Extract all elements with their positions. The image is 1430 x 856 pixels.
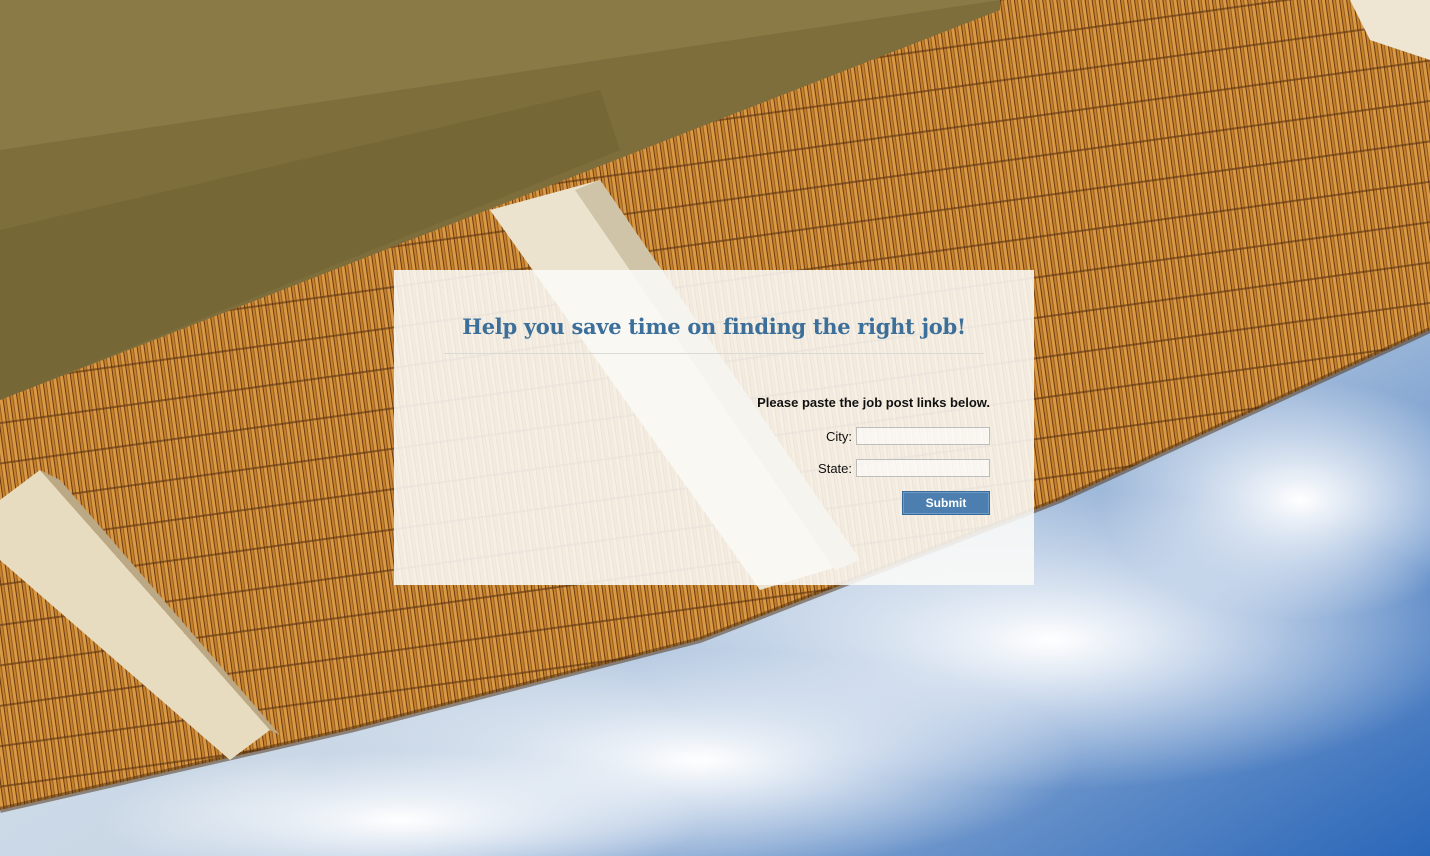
search-panel: Help you save time on finding the right …: [394, 270, 1034, 585]
city-row: City:: [826, 427, 990, 445]
state-label: State:: [818, 460, 852, 476]
submit-button[interactable]: Submit: [902, 491, 990, 515]
state-row: State:: [818, 459, 990, 477]
instructions-text: Please paste the job post links below.: [757, 395, 990, 410]
city-label: City:: [826, 428, 852, 444]
title-divider: [444, 353, 984, 354]
page-title: Help you save time on finding the right …: [462, 314, 966, 339]
city-input[interactable]: [856, 427, 990, 445]
state-input[interactable]: [856, 459, 990, 477]
